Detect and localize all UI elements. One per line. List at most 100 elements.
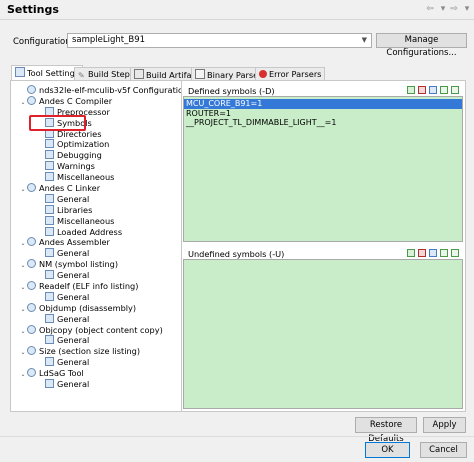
tree-item-label: Andes Assembler <box>39 237 110 248</box>
tree-item-label: Readelf (ELF info listing) <box>39 281 139 292</box>
tree-item[interactable]: General <box>11 270 181 281</box>
ok-button[interactable]: OK <box>365 442 410 458</box>
apply-button[interactable]: Apply <box>423 417 466 433</box>
list-item[interactable]: ROUTER=1 <box>184 109 462 119</box>
tree-item-label: General <box>57 313 90 324</box>
tree-item-label: General <box>57 335 90 346</box>
list-item[interactable]: __PROJECT_TL_DIMMABLE_LIGHT__=1 <box>184 118 462 128</box>
tree-item[interactable]: Miscellaneous <box>11 172 181 183</box>
configuration-value: sampleLight_B91 <box>72 35 146 45</box>
tree-item[interactable]: Libraries <box>11 204 181 216</box>
tree-item-label: Objcopy (object content copy) <box>39 324 163 335</box>
move-down-icon[interactable] <box>451 86 459 94</box>
wrench-icon: ✎ <box>78 71 85 80</box>
tree-item[interactable]: Miscellaneous <box>11 215 181 227</box>
tab-tool-settings[interactable]: Tool Settings <box>11 65 84 80</box>
tree-item[interactable]: Loaded Address <box>11 226 181 238</box>
tree-item[interactable]: nds32le-elf-mculib-v5f Configurations <box>11 85 181 96</box>
tree-item-label: Objdump (disassembly) <box>39 302 137 313</box>
tree-item[interactable]: ⌄ Readelf (ELF info listing) <box>11 281 181 292</box>
title-bar <box>0 0 474 20</box>
settings-page-icon <box>45 313 54 323</box>
settings-page-icon <box>45 248 54 258</box>
settings-page-icon <box>45 357 54 367</box>
add-symbol-icon[interactable] <box>407 86 415 94</box>
tree-item-label: nds32le-elf-mculib-v5f Configurations <box>39 85 182 95</box>
settings-page-icon <box>45 172 54 182</box>
tree-item-label: Miscellaneous <box>57 215 115 226</box>
settings-page-icon <box>45 139 54 149</box>
tool-gear-icon <box>27 85 36 94</box>
tool-gear-icon <box>27 237 36 247</box>
error-icon <box>259 70 267 78</box>
tree-item[interactable]: ⌄ Size (section size listing) <box>11 346 181 357</box>
tool-gear-icon <box>27 259 36 269</box>
tool-settings-icon <box>15 67 25 77</box>
tree-item[interactable]: ⌄ LdSaG Tool <box>11 368 181 379</box>
symbols-highlight-box <box>29 115 86 131</box>
edit-undef-icon[interactable] <box>429 249 437 257</box>
configuration-label: Configuration: <box>13 37 74 47</box>
manage-configurations-button[interactable]: Manage Configurations... <box>376 33 467 58</box>
tree-item-label: General <box>57 193 90 204</box>
tree-item[interactable]: ⌄ Andes C Linker <box>11 183 181 194</box>
tab-build-steps[interactable]: ✎ Build Steps <box>74 67 139 80</box>
settings-page-icon <box>45 193 54 203</box>
forward-menu-icon[interactable]: ▾ <box>461 3 473 15</box>
defined-symbols-list[interactable]: MCU_CORE_B91=1 ROUTER=1 __PROJECT_TL_DIM… <box>183 96 463 242</box>
settings-page-icon <box>45 335 54 345</box>
tree-item-label: Debugging <box>57 150 102 161</box>
artifact-icon <box>134 69 144 79</box>
tree-item-label: Andes C Compiler <box>39 95 113 106</box>
tree-item-label: Size (section size listing) <box>39 346 141 357</box>
settings-page-icon <box>45 204 54 214</box>
settings-page-icon <box>45 226 54 236</box>
tree-item-label: Miscellaneous <box>57 172 115 183</box>
restore-defaults-button[interactable]: Restore Defaults <box>355 417 417 444</box>
tab-error-parsers[interactable]: Error Parsers <box>255 67 326 80</box>
settings-page-icon <box>45 270 54 280</box>
move-down-icon[interactable] <box>451 249 459 257</box>
move-up-icon[interactable] <box>440 249 448 257</box>
tree-item[interactable]: ⌄ Andes C Compiler <box>11 95 181 107</box>
tree-item[interactable]: ⌄ Objcopy (object content copy) <box>11 324 181 336</box>
tool-gear-icon <box>27 324 36 334</box>
settings-page-icon <box>45 379 54 389</box>
tree-item[interactable]: General <box>11 248 181 259</box>
tree-item[interactable]: General <box>11 193 181 205</box>
undefined-symbols-list[interactable] <box>183 259 463 409</box>
tree-item-label: General <box>57 357 90 368</box>
defined-symbols-title: Defined symbols (-D) <box>188 86 275 96</box>
settings-page-icon <box>45 215 54 225</box>
back-arrow-icon[interactable]: ⇦ <box>424 3 436 15</box>
edit-symbol-icon[interactable] <box>429 86 437 94</box>
settings-page-icon <box>45 150 54 160</box>
tree-item[interactable]: ⌄ Objdump (disassembly) <box>11 302 181 314</box>
tree-item-label: Warnings <box>57 161 95 172</box>
tree-item-label: Andes C Linker <box>39 183 101 194</box>
delete-symbol-icon[interactable] <box>418 86 426 94</box>
window-title: Settings <box>7 3 59 16</box>
tree-item[interactable]: Optimization <box>11 139 181 150</box>
tree-item[interactable]: Debugging <box>11 150 181 161</box>
tree-item-label: Libraries <box>57 204 93 215</box>
move-up-icon[interactable] <box>440 86 448 94</box>
cancel-button[interactable]: Cancel <box>420 442 467 458</box>
add-undef-icon[interactable] <box>407 249 415 257</box>
footer-divider <box>0 436 474 437</box>
tree-item[interactable]: ⌄ Andes Assembler <box>11 237 181 248</box>
tool-gear-icon <box>27 281 36 291</box>
tree-item[interactable]: General <box>11 335 181 346</box>
configuration-select[interactable]: sampleLight_B91 ▼ <box>67 33 372 48</box>
list-item[interactable]: MCU_CORE_B91=1 <box>184 99 462 109</box>
forward-arrow-icon[interactable]: ⇨ <box>448 3 460 15</box>
tree-item[interactable]: General <box>11 313 181 325</box>
delete-undef-icon[interactable] <box>418 249 426 257</box>
tree-item-label: NM (symbol listing) <box>39 259 119 270</box>
tree-item[interactable]: Warnings <box>11 161 181 172</box>
tree-item[interactable]: General <box>11 379 181 390</box>
tree-item-label: General <box>57 379 90 390</box>
tree-item[interactable]: General <box>11 357 181 368</box>
tree-item[interactable]: ⌄ NM (symbol listing) <box>11 259 181 270</box>
tree-item[interactable]: General <box>11 291 181 303</box>
